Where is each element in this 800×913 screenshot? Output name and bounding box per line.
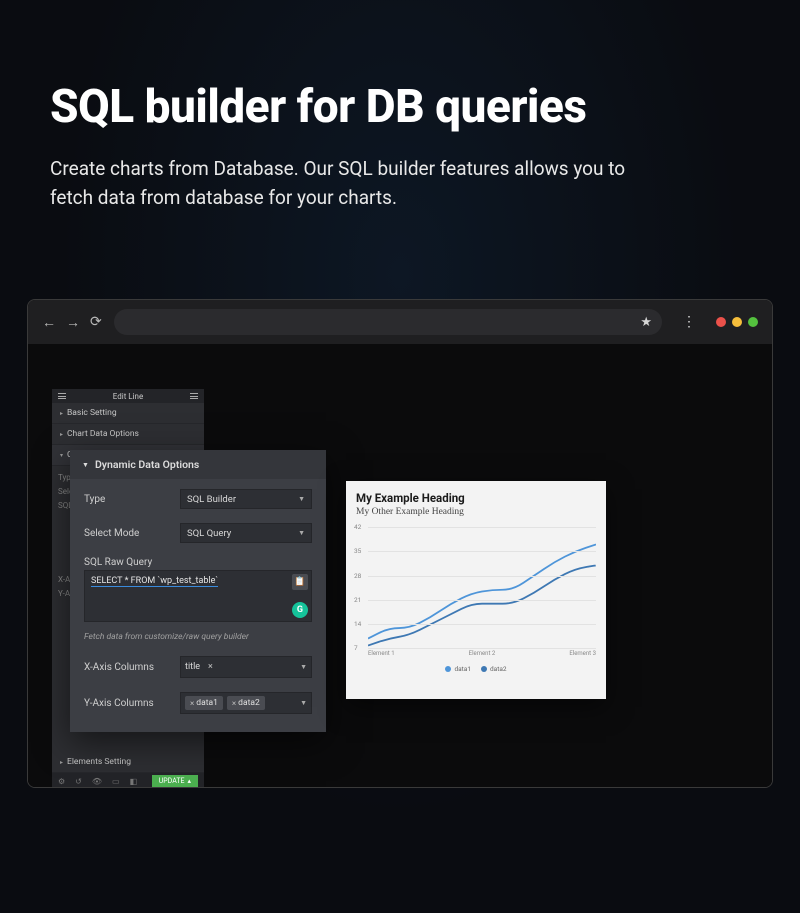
window-controls bbox=[716, 317, 758, 327]
history-icon[interactable]: ↺ bbox=[75, 777, 82, 786]
xtick: Element 2 bbox=[469, 650, 496, 657]
chevron-down-icon: ▼ bbox=[298, 495, 305, 503]
chart-legend: data1 data2 bbox=[356, 665, 596, 673]
legend-item: data1 bbox=[445, 665, 471, 673]
reload-icon[interactable]: ⟳ bbox=[90, 314, 102, 331]
menu-icon[interactable]: ⋮ bbox=[674, 314, 704, 330]
type-value: SQL Builder bbox=[187, 494, 236, 505]
section-basic-setting[interactable]: ▸ Basic Setting bbox=[52, 403, 204, 424]
yaxis-tag[interactable]: ×data2 bbox=[227, 696, 265, 710]
page-title: SQL builder for DB queries bbox=[0, 0, 800, 154]
tag-label: data2 bbox=[238, 698, 260, 708]
chevron-down-icon: ▾ bbox=[60, 452, 63, 459]
browser-toolbar: ← → ⟳ ★ ⋮ bbox=[28, 300, 772, 344]
xaxis-label: X-Axis Columns bbox=[84, 662, 170, 673]
mode-value: SQL Query bbox=[187, 528, 231, 539]
preview-icon[interactable]: ◧ bbox=[130, 777, 138, 786]
legend-swatch bbox=[481, 666, 487, 672]
chart-plot: Element 1 Element 2 Element 3 data1 data… bbox=[356, 527, 596, 675]
chart-subtitle: My Other Example Heading bbox=[356, 507, 596, 517]
ytick: 42 bbox=[354, 523, 361, 531]
gridline bbox=[368, 600, 596, 601]
xaxis-value: title bbox=[185, 662, 200, 672]
browser-frame: ← → ⟳ ★ ⋮ Edit Line ▸ Basic Setting bbox=[27, 299, 773, 788]
yaxis-select[interactable]: ×data1 ×data2 ▼ bbox=[180, 692, 312, 714]
ytick: 7 bbox=[354, 644, 358, 652]
grid-icon[interactable] bbox=[190, 393, 198, 399]
chevron-down-icon: ▼ bbox=[300, 663, 307, 671]
settings-icon[interactable]: ⚙ bbox=[58, 777, 65, 786]
mode-label: Select Mode bbox=[84, 528, 170, 539]
maximize-icon[interactable] bbox=[748, 317, 758, 327]
section-label: Chart Data Options bbox=[67, 429, 139, 439]
type-label: Type bbox=[84, 494, 170, 505]
chevron-up-icon: ▴ bbox=[187, 777, 191, 785]
section-label: Basic Setting bbox=[67, 408, 117, 418]
chart-lines bbox=[368, 527, 596, 649]
legend-swatch bbox=[445, 666, 451, 672]
gridline bbox=[368, 624, 596, 625]
grammarly-icon[interactable]: G bbox=[292, 602, 308, 618]
type-select[interactable]: SQL Builder ▼ bbox=[180, 489, 312, 509]
ytick: 14 bbox=[354, 620, 361, 628]
close-icon[interactable] bbox=[716, 317, 726, 327]
chevron-right-icon: ▸ bbox=[60, 410, 63, 417]
gridline bbox=[368, 576, 596, 577]
dynamic-data-popover: ▼ Dynamic Data Options Type SQL Builder … bbox=[70, 450, 326, 732]
tag-label: data1 bbox=[196, 698, 218, 708]
section-elements-setting[interactable]: ▸ Elements Setting bbox=[52, 752, 204, 773]
ytick: 28 bbox=[354, 572, 361, 580]
xtick: Element 1 bbox=[368, 650, 395, 657]
update-label: UPDATE bbox=[159, 777, 185, 785]
forward-icon[interactable]: → bbox=[66, 314, 80, 331]
legend-item: data2 bbox=[481, 665, 507, 673]
sql-value: SELECT * FROM `wp_test_table` bbox=[91, 576, 218, 587]
ytick: 35 bbox=[354, 547, 361, 555]
popover-title: Dynamic Data Options bbox=[95, 458, 199, 471]
ytick: 21 bbox=[354, 596, 361, 604]
chart-preview: My Example Heading My Other Example Head… bbox=[346, 481, 606, 699]
address-bar[interactable]: ★ bbox=[114, 309, 662, 335]
raw-query-label: SQL Raw Query bbox=[84, 557, 312, 568]
desktop-icon[interactable]: ▭ bbox=[112, 777, 120, 786]
helper-text: Fetch data from customize/raw query buil… bbox=[84, 632, 312, 642]
sql-textarea[interactable]: SELECT * FROM `wp_test_table` 📋 G bbox=[84, 570, 312, 622]
xaxis-select[interactable]: title × ▼ bbox=[180, 656, 312, 678]
chevron-down-icon: ▼ bbox=[298, 529, 305, 537]
chart-xaxis: Element 1 Element 2 Element 3 bbox=[368, 650, 596, 657]
chevron-down-icon: ▼ bbox=[300, 699, 307, 707]
legend-label: data1 bbox=[454, 665, 471, 673]
remove-icon[interactable]: × bbox=[232, 699, 236, 708]
series-line bbox=[368, 565, 596, 645]
update-button[interactable]: UPDATE ▴ bbox=[152, 775, 198, 787]
yaxis-label: Y-Axis Columns bbox=[84, 698, 170, 709]
page-subtitle: Create charts from Database. Our SQL bui… bbox=[0, 154, 720, 253]
chevron-right-icon: ▸ bbox=[60, 431, 63, 438]
browser-viewport: Edit Line ▸ Basic Setting ▸ Chart Data O… bbox=[28, 344, 772, 787]
copy-icon[interactable]: 📋 bbox=[292, 574, 308, 590]
chevron-right-icon: ▸ bbox=[60, 759, 63, 766]
gridline bbox=[368, 551, 596, 552]
chart-title: My Example Heading bbox=[356, 491, 596, 505]
remove-icon[interactable]: × bbox=[190, 699, 194, 708]
star-icon[interactable]: ★ bbox=[640, 315, 652, 330]
chevron-down-icon[interactable]: ▼ bbox=[82, 461, 89, 469]
xtick: Element 3 bbox=[569, 650, 596, 657]
section-chart-data-options[interactable]: ▸ Chart Data Options bbox=[52, 424, 204, 445]
yaxis-tag[interactable]: ×data1 bbox=[185, 696, 223, 710]
clear-icon[interactable]: × bbox=[208, 662, 213, 672]
hamburger-icon[interactable] bbox=[58, 393, 66, 399]
back-icon[interactable]: ← bbox=[42, 314, 56, 331]
minimize-icon[interactable] bbox=[732, 317, 742, 327]
legend-label: data2 bbox=[490, 665, 507, 673]
mode-select[interactable]: SQL Query ▼ bbox=[180, 523, 312, 543]
gridline bbox=[368, 648, 596, 649]
section-label: Elements Setting bbox=[67, 757, 131, 767]
eye-icon[interactable]: 👁 bbox=[92, 777, 102, 786]
gridline bbox=[368, 527, 596, 528]
panel-title: Edit Line bbox=[113, 392, 143, 401]
